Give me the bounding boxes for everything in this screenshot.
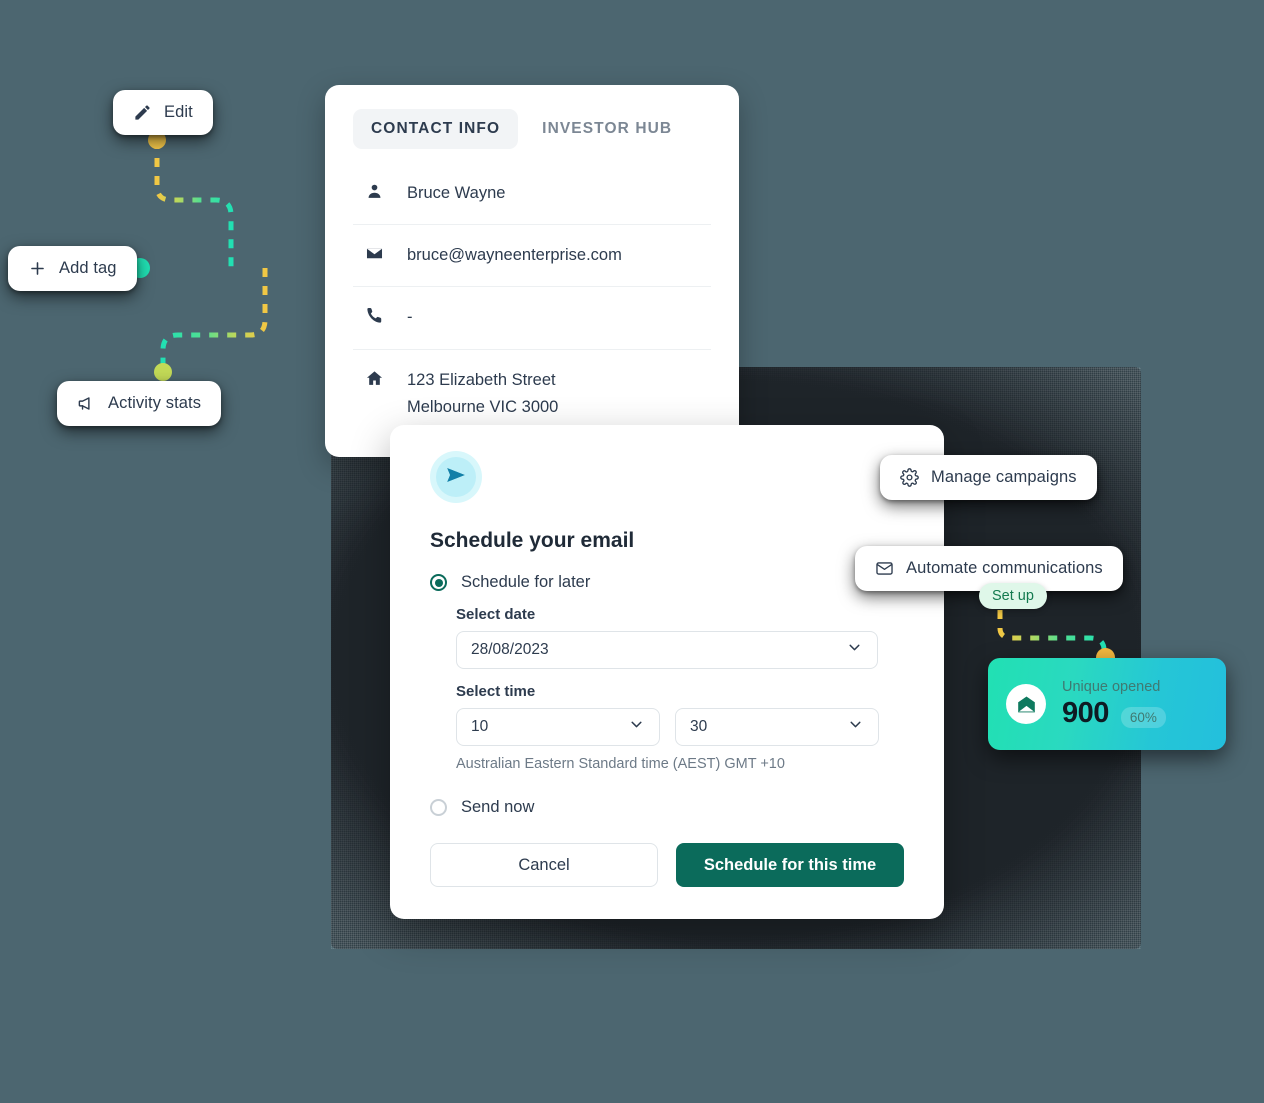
stat-percent-badge: 60% <box>1120 706 1166 728</box>
radio-send-now[interactable]: Send now <box>430 798 904 817</box>
contact-name-value: Bruce Wayne <box>407 184 506 202</box>
stat-value: 900 <box>1062 696 1109 729</box>
radio-schedule-for-later[interactable]: Schedule for later <box>430 573 904 592</box>
chevron-down-icon <box>628 716 645 738</box>
set-up-badge[interactable]: Set up <box>979 583 1047 609</box>
date-select[interactable]: 28/08/2023 <box>456 631 878 669</box>
paper-plane-icon <box>445 464 467 491</box>
tab-investor-hub[interactable]: INVESTOR HUB <box>524 109 690 149</box>
add-tag-button[interactable]: Add tag <box>8 246 137 291</box>
edit-button-label: Edit <box>164 103 193 121</box>
hour-select[interactable]: 10 <box>456 708 660 746</box>
stat-value-row: 900 60% <box>1062 697 1166 730</box>
select-time-label: Select time <box>456 683 536 700</box>
tab-investor-hub-label: INVESTOR HUB <box>542 120 673 137</box>
contact-info-card: CONTACT INFO INVESTOR HUB Bruce Wayne br… <box>325 85 739 457</box>
manage-campaigns-button[interactable]: Manage campaigns <box>880 455 1097 500</box>
tab-contact-info-label: CONTACT INFO <box>371 120 501 137</box>
schedule-fields: Select date 28/08/2023 Select time 10 30 <box>456 606 904 772</box>
stat-text-block: Unique opened 900 60% <box>1062 679 1166 730</box>
date-select-value: 28/08/2023 <box>471 641 549 658</box>
phone-icon <box>365 304 385 330</box>
radio-send-now-control[interactable] <box>430 799 447 816</box>
dialog-title: Schedule your email <box>430 529 635 552</box>
paper-plane-badge <box>430 451 482 503</box>
contact-address-line2: Melbourne VIC 3000 <box>407 397 559 416</box>
radio-schedule-for-later-control[interactable] <box>430 574 447 591</box>
schedule-email-dialog: Schedule your email Schedule for later S… <box>390 425 944 919</box>
edit-button[interactable]: Edit <box>113 90 213 135</box>
manage-campaigns-label: Manage campaigns <box>931 468 1077 486</box>
timezone-note: Australian Eastern Standard time (AEST) … <box>456 756 785 772</box>
contact-row-name: Bruce Wayne <box>353 163 711 226</box>
radio-send-now-label: Send now <box>461 798 535 816</box>
chevron-down-icon <box>846 639 863 661</box>
set-up-badge-label: Set up <box>992 588 1034 604</box>
connector-dot-activity <box>154 363 172 381</box>
person-icon <box>365 180 385 206</box>
contact-card-tabs: CONTACT INFO INVESTOR HUB <box>353 109 711 149</box>
contact-row-phone: - <box>353 287 711 350</box>
dialog-actions: Cancel Schedule for this time <box>430 843 904 887</box>
contact-email-value: bruce@wayneenterprise.com <box>407 246 622 265</box>
chevron-down-icon <box>847 716 864 738</box>
contact-phone-value: - <box>407 308 413 327</box>
time-selects: 10 30 <box>456 708 904 746</box>
schedule-for-this-time-button[interactable]: Schedule for this time <box>676 843 904 887</box>
automate-communications-label: Automate communications <box>906 559 1103 577</box>
select-date-label: Select date <box>456 606 536 623</box>
megaphone-icon <box>77 394 96 413</box>
canvas: Edit Add tag Activity stats CONTACT INFO… <box>0 0 1264 1103</box>
radio-schedule-for-later-label: Schedule for later <box>461 573 591 591</box>
home-icon <box>365 367 385 393</box>
tab-contact-info[interactable]: CONTACT INFO <box>353 109 519 149</box>
stat-label: Unique opened <box>1062 678 1161 695</box>
open-envelope-icon <box>1006 684 1046 724</box>
activity-stats-button[interactable]: Activity stats <box>57 381 222 426</box>
plus-icon <box>28 259 47 278</box>
contact-row-email: bruce@wayneenterprise.com <box>353 225 711 288</box>
envelope-icon <box>365 242 385 268</box>
cancel-button[interactable]: Cancel <box>430 843 658 887</box>
add-tag-button-label: Add tag <box>59 259 117 277</box>
minute-select[interactable]: 30 <box>675 708 879 746</box>
activity-stats-button-label: Activity stats <box>108 394 202 412</box>
unique-opened-stat-card: Unique opened 900 60% <box>988 658 1226 750</box>
contact-address-line1: 123 Elizabeth Street <box>407 370 556 389</box>
pencil-icon <box>133 103 152 122</box>
gear-icon <box>900 468 919 487</box>
envelope-icon <box>875 559 894 578</box>
minute-select-value: 30 <box>690 718 708 735</box>
hour-select-value: 10 <box>471 718 489 735</box>
